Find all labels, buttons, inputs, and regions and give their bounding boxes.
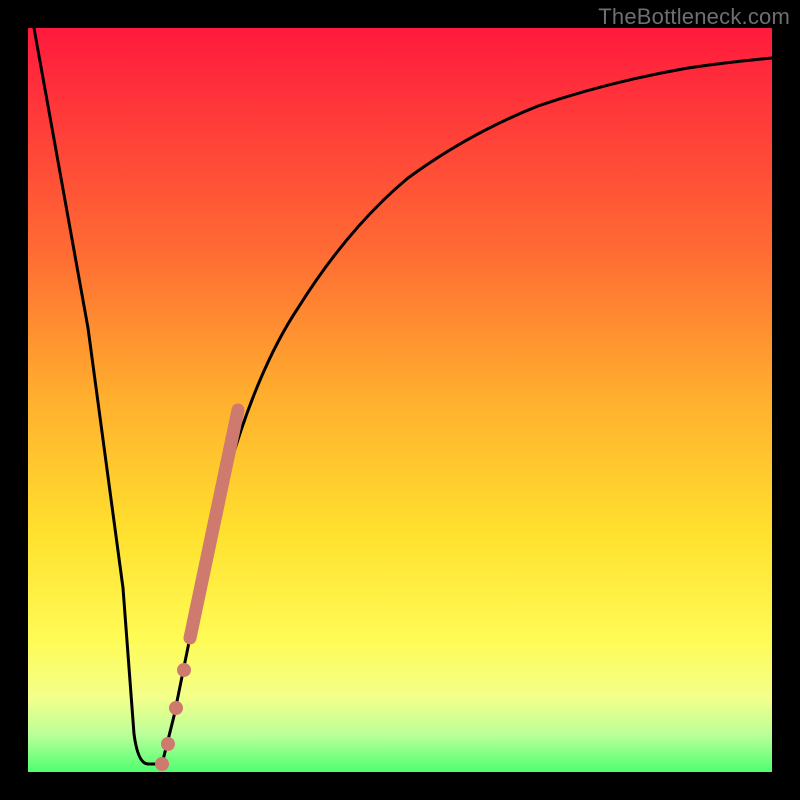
- highlight-dot: [177, 663, 191, 677]
- highlight-dot: [161, 737, 175, 751]
- highlight-dot: [155, 757, 169, 771]
- plot-area: [28, 28, 772, 772]
- bottleneck-curve: [34, 28, 772, 764]
- highlight-segment: [190, 410, 238, 638]
- highlight-dot: [169, 701, 183, 715]
- watermark-text: TheBottleneck.com: [598, 4, 790, 30]
- chart-frame: TheBottleneck.com: [0, 0, 800, 800]
- curve-layer: [28, 28, 772, 772]
